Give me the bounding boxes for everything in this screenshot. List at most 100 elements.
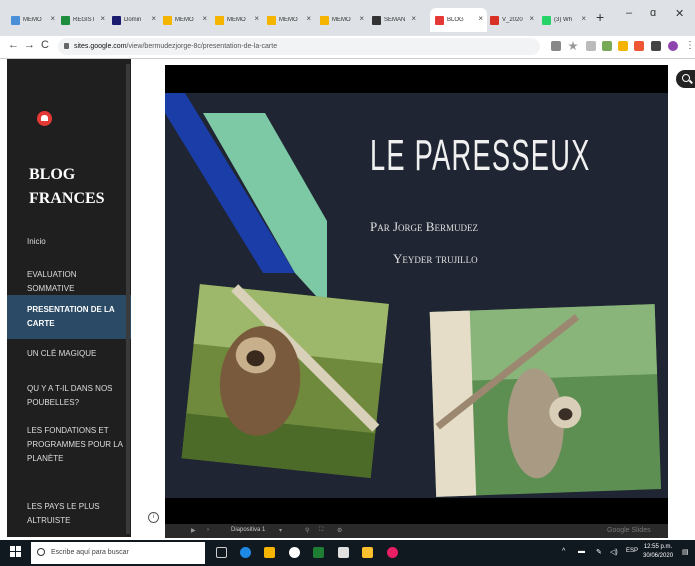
browser-tab[interactable]: Domin × — [107, 8, 160, 32]
chrome-icon[interactable] — [289, 547, 300, 558]
tab-close-icon[interactable]: × — [306, 15, 311, 23]
extension-icon[interactable] — [634, 41, 644, 51]
play-icon[interactable]: ▶ — [191, 527, 196, 534]
tab-close-icon[interactable]: × — [478, 15, 483, 23]
slides-embed[interactable]: LE PARESSEUX Par Jorge Bermudez Yeyder t… — [165, 65, 668, 538]
extension-icon[interactable] — [618, 41, 628, 51]
browser-tab[interactable]: MEMO × — [315, 8, 368, 32]
task-view-icon[interactable] — [216, 547, 227, 558]
url-host: sites.google.com — [74, 43, 127, 50]
sidebar-item[interactable]: QU Y A T-IL DANS NOS POUBELLES? — [7, 382, 131, 410]
google-slides-brand[interactable]: Google Slides — [607, 527, 651, 534]
taskbar-search-box[interactable]: Escribe aquí para buscar — [31, 542, 205, 564]
excel-icon[interactable] — [313, 547, 324, 558]
windows-start-icon[interactable] — [10, 546, 22, 558]
tray-chevron-icon[interactable]: ^ — [562, 548, 565, 555]
browser-tab[interactable]: MEMO × — [262, 8, 315, 32]
tab-favicon-icon — [542, 15, 551, 25]
sidebar-item[interactable]: LES FONDATIONS ET PROGRAMMES POUR LA PLA… — [7, 424, 131, 466]
sidebar-item[interactable]: UN CLÉ MAGIQUE — [7, 347, 131, 361]
slide-author-line1: Par Jorge Bermudez — [370, 219, 478, 234]
slide-letterbox-bottom — [165, 498, 668, 524]
clock-date: 30/06/2020 — [643, 553, 674, 559]
new-tab-button[interactable]: + — [596, 9, 604, 25]
browser-tab[interactable]: REGIST × — [56, 8, 109, 32]
site-logo[interactable] — [37, 111, 52, 126]
app-icon[interactable] — [387, 547, 398, 558]
clock-time: 12:55 p.m. — [643, 544, 673, 550]
sidebar-scrollbar[interactable] — [126, 64, 130, 534]
tab-close-icon[interactable]: × — [100, 15, 105, 23]
browser-menu-icon[interactable]: ⋮ — [685, 40, 695, 51]
extension-pm-icon[interactable] — [586, 41, 596, 51]
windows-taskbar: Escribe aquí para buscar ^ ▬ ✎ ◁) ESP 12… — [0, 540, 695, 566]
tab-close-icon[interactable]: × — [254, 15, 259, 23]
browser-tab[interactable]: (3) Wh × — [537, 8, 590, 32]
chevron-down-icon[interactable]: ▾ — [279, 527, 282, 534]
extension-icon[interactable] — [602, 41, 612, 51]
notifications-icon[interactable]: ▤ — [682, 548, 689, 556]
minimize-button[interactable]: – — [626, 7, 632, 19]
slide-selector[interactable]: Diapositiva 1 — [231, 527, 265, 533]
site-search-button[interactable] — [676, 70, 695, 88]
back-button[interactable]: ← — [8, 39, 19, 51]
sidebar-item[interactable]: PRESENTATION DE LA CARTE — [7, 295, 131, 339]
browser-tab[interactable]: MEMO × — [210, 8, 263, 32]
tab-label: MEMO — [175, 17, 194, 23]
tab-close-icon[interactable]: × — [581, 15, 586, 23]
sidebar-item[interactable]: LES PAYS LE PLUS ALTRUISTE — [7, 500, 131, 528]
restore-button[interactable]: ɑ — [650, 7, 656, 19]
network-icon[interactable]: ▬ — [578, 548, 585, 555]
settings-gear-icon[interactable]: ⚙ — [337, 527, 342, 534]
tab-favicon-icon — [320, 15, 329, 25]
fullscreen-icon[interactable]: ⛶ — [319, 527, 323, 534]
tab-label: REGIST — [73, 17, 95, 23]
search-icon — [37, 548, 45, 556]
lock-icon — [64, 43, 69, 49]
translate-icon[interactable] — [551, 41, 561, 51]
tab-close-icon[interactable]: × — [529, 15, 534, 23]
profile-avatar[interactable] — [668, 41, 678, 51]
browser-tab[interactable]: BLOG × — [430, 8, 487, 32]
taskbar-clock[interactable]: 12:55 p.m. 30/06/2020 — [643, 543, 673, 561]
site-title[interactable]: BLOG FRANCES — [29, 163, 129, 211]
next-slide-icon[interactable]: › — [207, 527, 209, 533]
pen-icon[interactable]: ✎ — [596, 548, 602, 556]
tab-label: MEMO — [332, 17, 351, 23]
tab-favicon-icon — [372, 15, 381, 25]
bookmark-star-icon[interactable] — [568, 41, 578, 51]
close-window-button[interactable]: ✕ — [675, 7, 684, 20]
language-indicator[interactable]: ESP — [626, 548, 638, 554]
sticky-notes-icon[interactable] — [362, 547, 373, 558]
tab-favicon-icon — [163, 15, 172, 25]
browser-tab[interactable]: SEMAN × — [367, 8, 420, 32]
tab-close-icon[interactable]: × — [202, 15, 207, 23]
tab-favicon-icon — [267, 15, 276, 25]
tab-close-icon[interactable]: × — [411, 15, 416, 23]
browser-tab[interactable]: MEMO × — [6, 8, 59, 32]
tab-close-icon[interactable]: × — [151, 15, 156, 23]
sloth-photo-right — [429, 304, 662, 497]
address-bar[interactable]: sites.google.com/view/bermudezjorge-8c/p… — [58, 38, 540, 55]
taskbar-search-placeholder: Escribe aquí para buscar — [51, 549, 129, 556]
slide-letterbox-top — [165, 65, 668, 93]
link-icon[interactable]: ⚲ — [305, 527, 309, 534]
reload-button[interactable]: C — [41, 39, 49, 51]
info-icon[interactable]: i — [148, 512, 159, 523]
sidebar-item[interactable]: Inicio — [7, 235, 131, 249]
browser-tab[interactable]: MEMO × — [158, 8, 211, 32]
file-explorer-icon[interactable] — [264, 547, 275, 558]
browser-tab[interactable]: V_2020 × — [485, 8, 538, 32]
tab-favicon-icon — [61, 15, 70, 25]
tab-close-icon[interactable]: × — [50, 15, 55, 23]
tab-label: BLOG — [447, 17, 464, 23]
page-margin — [131, 59, 165, 537]
extensions-puzzle-icon[interactable] — [651, 41, 661, 51]
tab-close-icon[interactable]: × — [359, 15, 364, 23]
edge-browser-icon[interactable] — [240, 547, 251, 558]
mail-icon[interactable] — [338, 547, 349, 558]
volume-icon[interactable]: ◁) — [610, 548, 618, 556]
forward-button[interactable]: → — [24, 39, 35, 51]
sidebar-item[interactable]: EVALUATION SOMMATIVE — [7, 268, 131, 296]
tab-label: MEMO — [279, 17, 298, 23]
